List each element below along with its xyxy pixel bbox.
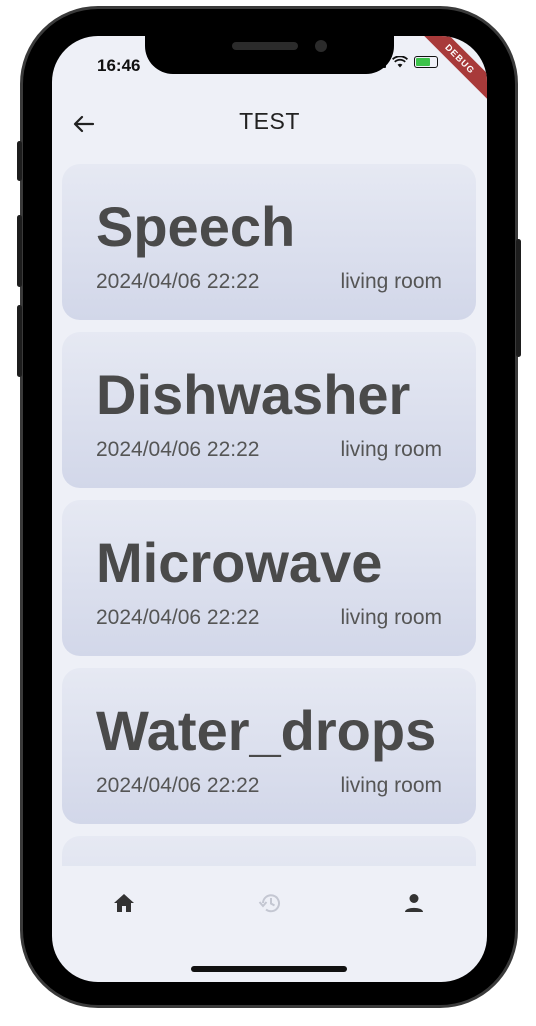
app-bar: TEST [52, 98, 487, 152]
item-name: Water_drops [96, 699, 437, 762]
status-time: 16:46 [97, 56, 141, 75]
notch [145, 36, 394, 74]
home-icon [114, 894, 134, 912]
list-item[interactable]: Microwave 2024/04/06 22:22 living room [62, 500, 476, 656]
bottom-navigation [52, 866, 487, 936]
speaker-grille [232, 42, 298, 50]
list-item[interactable]: Water_drops 2024/04/06 22:22 living room [62, 668, 476, 824]
person-icon [405, 894, 423, 912]
item-date: 2024/04/06 22:22 [96, 438, 260, 461]
item-name: Speech [96, 195, 296, 258]
home-indicator [191, 966, 347, 972]
item-room: living room [340, 438, 442, 461]
item-date: 2024/04/06 22:22 [96, 606, 260, 629]
nav-home[interactable] [104, 886, 144, 920]
volume-up-button [17, 215, 22, 287]
battery-icon [414, 56, 438, 68]
item-name: Microwave [96, 531, 383, 594]
power-button [516, 239, 521, 357]
item-room: living room [340, 774, 442, 797]
list-item[interactable]: Dishwasher 2024/04/06 22:22 living room [62, 332, 476, 488]
volume-down-button [17, 305, 22, 377]
sound-event-list[interactable]: Speech 2024/04/06 22:22 living room Dish… [52, 152, 487, 866]
item-room: living room [340, 606, 442, 629]
front-camera [315, 40, 327, 52]
list-item-partial[interactable] [62, 836, 476, 866]
mute-switch [17, 141, 22, 181]
item-name: Dishwasher [96, 363, 411, 426]
item-room: living room [340, 270, 442, 293]
history-icon [258, 894, 280, 913]
nav-profile[interactable] [394, 886, 434, 920]
page-title: TEST [239, 108, 300, 134]
nav-history[interactable] [250, 886, 290, 920]
item-date: 2024/04/06 22:22 [96, 270, 260, 293]
item-date: 2024/04/06 22:22 [96, 774, 260, 797]
list-item[interactable]: Speech 2024/04/06 22:22 living room [62, 164, 476, 320]
wifi-icon [392, 56, 408, 68]
app-screen: 16:46 DEBUG TEST Speech 2024/04/06 22:22… [52, 36, 487, 982]
